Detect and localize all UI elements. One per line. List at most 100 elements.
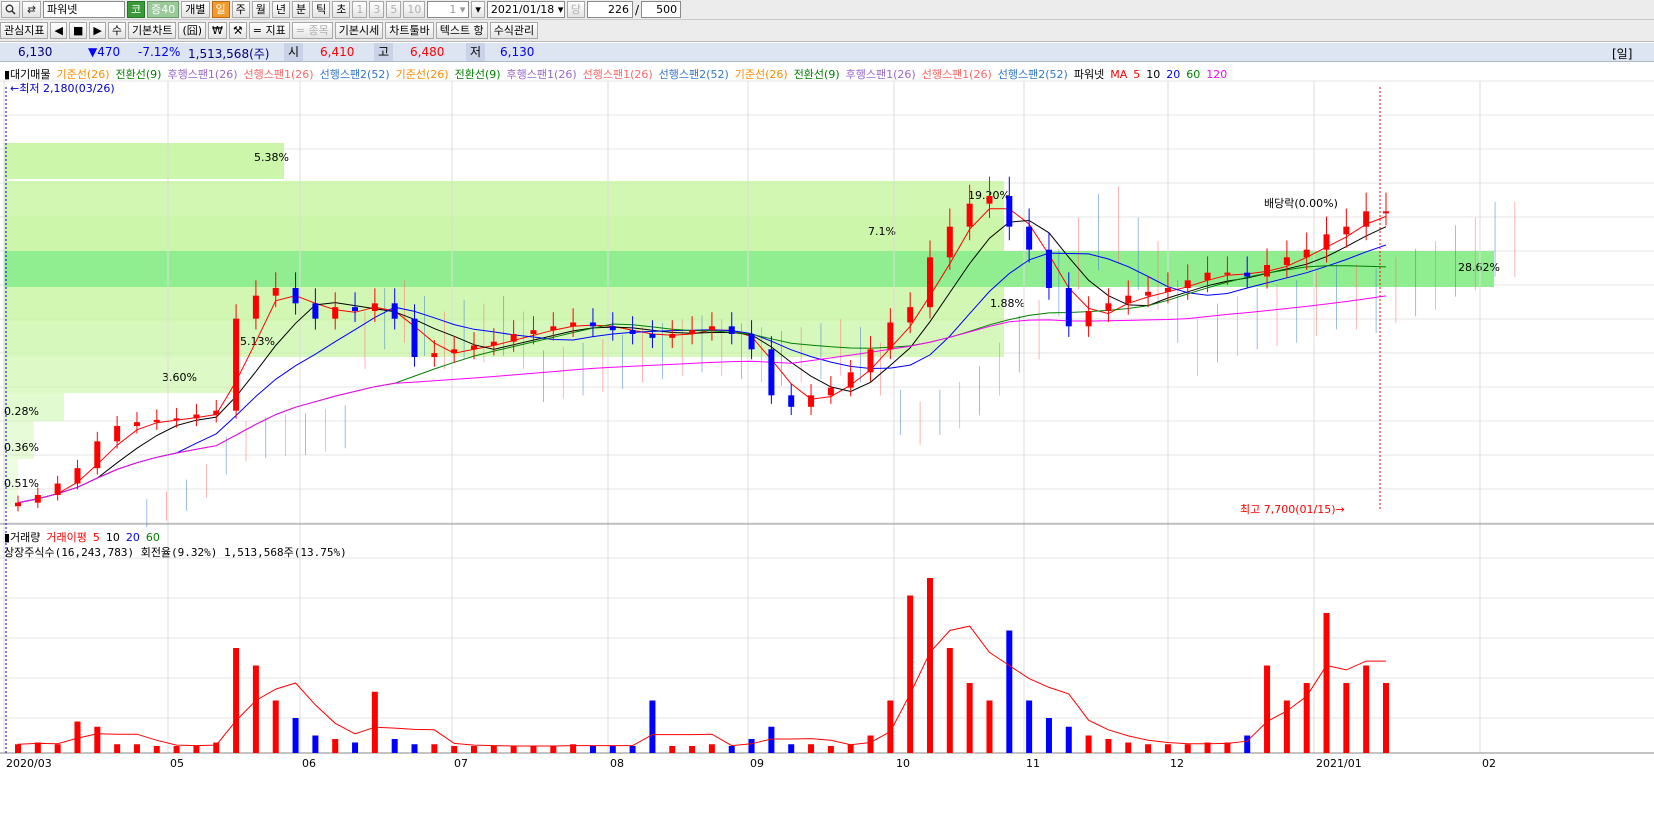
candle-body <box>649 334 656 338</box>
stock-name-input[interactable]: 파워넷 <box>43 1 125 18</box>
x-tick-label: 10 <box>896 757 910 770</box>
volume-legend-item: ▮거래량 <box>4 531 41 544</box>
volume-bar <box>946 648 953 753</box>
candle-body <box>1026 226 1033 250</box>
today-button[interactable]: 당 <box>566 1 586 18</box>
zone-pct-label: 0.36% <box>4 441 39 454</box>
volume-bar <box>173 746 180 753</box>
interval-1-button[interactable]: 1 <box>352 1 368 18</box>
candle-body <box>927 257 933 308</box>
indicator-button[interactable]: = 지표 <box>248 22 290 39</box>
volume-bar <box>629 746 636 753</box>
volume-bar <box>927 578 933 753</box>
period-tab-day[interactable]: 일 <box>211 1 230 18</box>
price-legend-item: 후행스팬1(26) <box>845 68 916 81</box>
volume-bar <box>847 744 854 753</box>
candle-body <box>471 345 477 350</box>
volume-bar <box>1363 665 1370 753</box>
candle-body <box>272 288 279 296</box>
volume-legend-item: 60 <box>145 531 160 544</box>
volume-bar <box>1145 744 1152 753</box>
volume-bar <box>431 744 438 753</box>
count-total-input[interactable]: 500 <box>641 1 682 18</box>
candle-body <box>550 326 557 331</box>
volume-bar <box>1125 742 1132 753</box>
chevron-down-icon[interactable]: ▾ <box>471 1 485 18</box>
formula-manager-button[interactable]: 수식관리 <box>489 22 539 39</box>
candle-body <box>609 326 616 331</box>
secondary-toolbar: 관심지표 ◀ ■ ▶ 수 기본차트 (囧) ₩ ⚒ = 지표 = 종목 기본시세… <box>0 20 1654 42</box>
period-tab-week[interactable]: 주 <box>231 1 250 18</box>
candle-body <box>1125 295 1132 304</box>
price-legend: ▮대기매물 기준선(26) 전환선(9) 후행스팬1(26) 선행스팬1(26) 선행스팬… <box>4 66 1233 82</box>
search-icon[interactable] <box>1 1 20 18</box>
volume-bar <box>827 746 834 753</box>
interval-10-button[interactable]: 10 <box>403 1 426 18</box>
candle-body <box>1045 249 1052 288</box>
volume-bar <box>748 739 755 753</box>
period-tab-month[interactable]: 월 <box>251 1 270 18</box>
credit-badge: 증40 <box>147 1 180 18</box>
zone-pct-label: 5.38% <box>254 151 289 164</box>
won-icon[interactable]: ₩ <box>208 22 227 39</box>
period-tab-minute[interactable]: 분 <box>292 1 311 18</box>
candle-body <box>431 353 438 357</box>
candle-body <box>629 330 636 334</box>
low-marker-label: ←최저 2,180(03/26) <box>10 82 115 95</box>
candle-body <box>728 326 735 334</box>
price-legend-item: 20 <box>1166 68 1181 81</box>
low-label: 저 <box>466 43 486 61</box>
interval-select[interactable]: 1 ▾ <box>427 1 470 18</box>
symbol-button[interactable]: = 종목 <box>291 22 333 39</box>
x-tick-label: 06 <box>302 757 316 770</box>
candle-body <box>292 288 299 304</box>
volume-bar <box>808 744 815 753</box>
refresh-icon[interactable] <box>22 1 41 18</box>
candle-body <box>1164 288 1171 292</box>
text-item-button[interactable]: 텍스트 항 <box>435 22 488 39</box>
chevron-down-icon: ▾ <box>459 3 466 16</box>
price-legend-item: 기준선(26) <box>395 68 449 81</box>
interval-3-button[interactable]: 3 <box>369 1 385 18</box>
tools-icon[interactable]: ⚒ <box>228 22 247 39</box>
period-tab-tick[interactable]: 틱 <box>312 1 331 18</box>
pattern-icon[interactable]: (囧) <box>178 22 207 39</box>
candle-body <box>94 441 101 469</box>
stock-chart[interactable]: 5.38% 19.20% 28.62% 5.13% 3.60% 0.28% 0.36% 0.5… <box>0 63 1654 815</box>
volume-bar <box>788 744 795 753</box>
candle-body <box>1204 272 1211 281</box>
basic-chart-button[interactable]: 기본차트 <box>127 22 177 39</box>
scroll-left-button[interactable]: ◀ <box>50 22 67 39</box>
candle-body <box>768 349 775 396</box>
volume-bar <box>193 746 200 753</box>
volume-bar <box>1085 735 1092 753</box>
price-legend-item: 60 <box>1186 68 1201 81</box>
candle-body <box>589 322 596 327</box>
volume-bar <box>708 744 715 753</box>
volume-ma-line <box>17 625 1386 747</box>
chart-canvas[interactable]: 5.38%19.20%28.62%5.13%3.60%0.28%0.36%0.5… <box>0 63 1654 815</box>
candle-body <box>1145 291 1152 296</box>
stop-button[interactable]: ■ <box>68 22 88 39</box>
volume-bar <box>94 726 101 753</box>
watch-indicator-button[interactable]: 관심지표 <box>0 22 49 39</box>
candle-body <box>748 334 755 350</box>
basic-quote-button[interactable]: 기본시세 <box>334 22 384 39</box>
volume-bar <box>609 746 616 753</box>
mode-button[interactable]: 개별 <box>181 1 210 18</box>
candle-body <box>1303 249 1310 258</box>
revision-button[interactable]: 수 <box>107 22 126 39</box>
period-tab-year[interactable]: 년 <box>271 1 290 18</box>
interval-5-button[interactable]: 5 <box>386 1 402 18</box>
volume-bar <box>1105 739 1112 753</box>
scroll-right-button[interactable]: ▶ <box>89 22 106 39</box>
volume-bar <box>371 691 378 753</box>
dividend-marker-label: 배당락(0.00%) <box>1264 197 1338 210</box>
count-shown-input[interactable]: 226 <box>587 1 634 18</box>
candle-body <box>193 414 200 419</box>
chart-toolbar-button[interactable]: 차트툴바 <box>385 22 434 39</box>
period-tab-second[interactable]: 초 <box>332 1 351 18</box>
candle-body <box>1105 303 1112 311</box>
date-select[interactable]: 2021/01/18 ▾ <box>486 1 565 18</box>
volume-legend-item: 5 <box>92 531 100 544</box>
